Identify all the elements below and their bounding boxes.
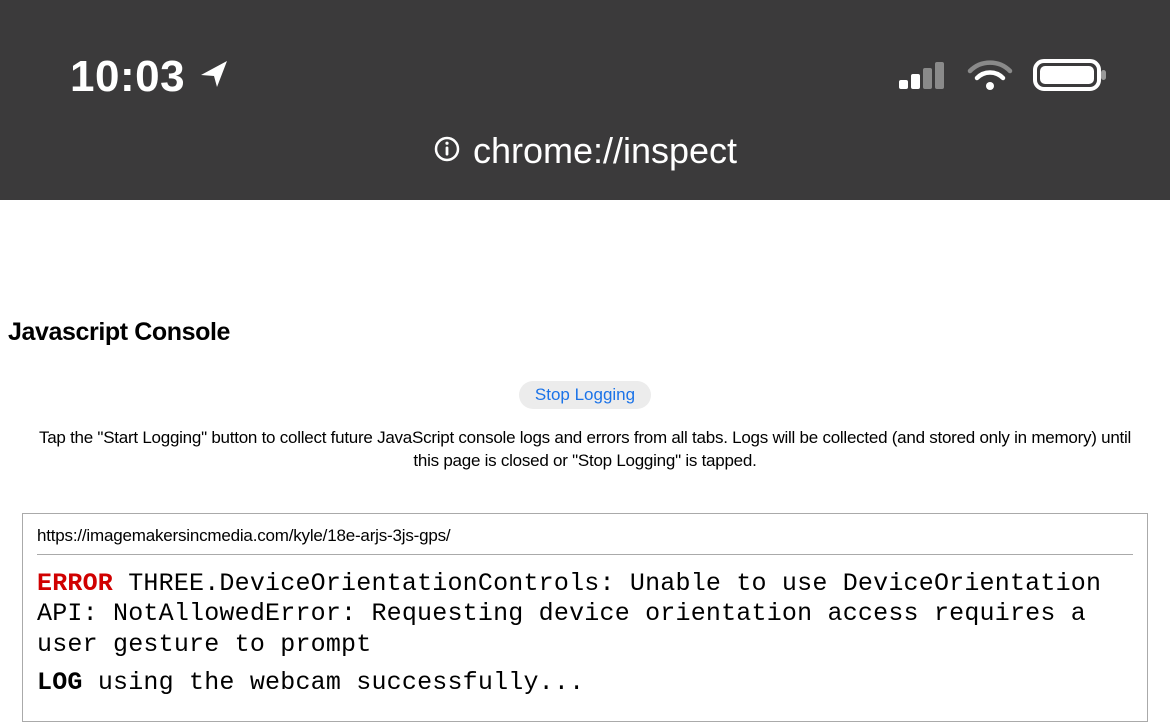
console-entry: ERROR THREE.DeviceOrientationControls: U…: [37, 569, 1133, 661]
wifi-icon: [966, 58, 1014, 97]
console-log-panel: https://imagemakersincmedia.com/kyle/18e…: [22, 513, 1148, 722]
status-left: 10:03: [70, 52, 233, 102]
info-icon: [433, 130, 461, 172]
console-log-entries: ERROR THREE.DeviceOrientationControls: U…: [23, 555, 1147, 721]
address-bar[interactable]: chrome://inspect: [0, 130, 1170, 172]
location-icon: [197, 52, 233, 102]
battery-icon: [1032, 57, 1110, 98]
address-bar-url: chrome://inspect: [473, 130, 737, 172]
console-help-text: Tap the "Start Logging" button to collec…: [0, 409, 1170, 473]
stop-logging-button[interactable]: Stop Logging: [519, 381, 651, 409]
cellular-icon: [898, 60, 948, 95]
console-heading: Javascript Console: [0, 200, 1170, 347]
browser-chrome-top: 10:03: [0, 0, 1170, 200]
log-message: THREE.DeviceOrientationControls: Unable …: [37, 569, 1101, 659]
console-entry: LOG using the webcam successfully...: [37, 668, 1133, 699]
status-time: 10:03: [70, 52, 185, 102]
console-source-url: https://imagemakersincmedia.com/kyle/18e…: [23, 514, 1147, 554]
log-level-badge: LOG: [37, 668, 83, 697]
status-right: [898, 57, 1110, 98]
page-content: Javascript Console Stop Logging Tap the …: [0, 200, 1170, 722]
logging-button-wrap: Stop Logging: [0, 381, 1170, 409]
log-level-badge: ERROR: [37, 569, 113, 598]
status-bar: 10:03: [0, 0, 1170, 102]
log-message: using the webcam successfully...: [98, 668, 584, 697]
